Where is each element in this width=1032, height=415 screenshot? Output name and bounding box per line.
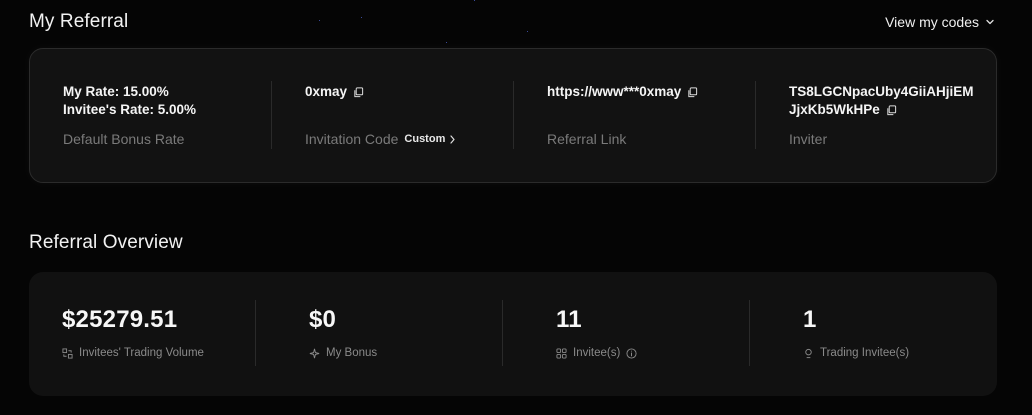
stat-trading-invitees: 1 Trading Invitee(s) bbox=[803, 272, 993, 396]
referral-link-label: Referral Link bbox=[547, 131, 627, 147]
referral-link-column: https://www***0xmay Referral Link bbox=[547, 49, 757, 182]
column-divider bbox=[749, 300, 750, 366]
column-divider bbox=[502, 300, 503, 366]
inviter-address-line2: JjxKb5WkHPe bbox=[789, 102, 880, 117]
stat-value: 1 bbox=[803, 306, 817, 333]
info-icon[interactable] bbox=[626, 347, 637, 359]
view-my-codes-button[interactable]: View my codes bbox=[885, 14, 995, 30]
copy-icon[interactable] bbox=[886, 104, 897, 116]
stat-value: $0 bbox=[309, 306, 337, 333]
sparkle-icon bbox=[309, 348, 320, 358]
stat-value: $25279.51 bbox=[62, 306, 178, 333]
stat-label: Trading Invitee(s) bbox=[820, 347, 910, 359]
my-rate-value: My Rate: 15.00% bbox=[63, 84, 169, 99]
stat-value: 11 bbox=[556, 306, 582, 333]
copy-icon[interactable] bbox=[353, 86, 364, 98]
inviter-address-line1: TS8LGCNpacUby4GiiAHjiEM bbox=[789, 84, 974, 99]
decor-dot bbox=[446, 42, 447, 43]
invitation-code-column: 0xmay Invitation Code Custom bbox=[305, 49, 515, 182]
referral-info-card: My Rate: 15.00% Invitee's Rate: 5.00% De… bbox=[29, 48, 997, 183]
decor-dot bbox=[474, 0, 475, 1]
column-divider bbox=[271, 81, 272, 149]
view-my-codes-label: View my codes bbox=[885, 14, 979, 30]
decor-dot bbox=[527, 31, 528, 32]
chevron-right-icon bbox=[450, 134, 455, 144]
user-icon bbox=[805, 348, 812, 358]
stat-label: Invitee(s) bbox=[573, 347, 621, 359]
chevron-down-icon bbox=[986, 19, 994, 25]
invitation-code-value: 0xmay bbox=[305, 84, 348, 99]
referral-overview-card: $25279.51 Invitees' Trading Volume $0 My… bbox=[29, 272, 997, 396]
copy-icon[interactable] bbox=[687, 86, 698, 98]
decor-dot bbox=[319, 20, 320, 21]
stat-my-bonus: $0 My Bonus bbox=[309, 272, 509, 396]
invitation-code-label: Invitation Code bbox=[305, 131, 399, 147]
referral-page: My Referral View my codes My Rate: 15.00… bbox=[0, 0, 1032, 415]
custom-label: Custom bbox=[404, 133, 446, 145]
inviter-column: TS8LGCNpacUby4GiiAHjiEM JjxKb5WkHPe Invi… bbox=[789, 49, 989, 182]
volume-icon bbox=[62, 347, 73, 359]
custom-code-link[interactable]: Custom bbox=[404, 133, 456, 145]
inviter-label: Inviter bbox=[789, 131, 828, 147]
referral-link-value: https://www***0xmay bbox=[547, 84, 682, 99]
grid-icon bbox=[556, 347, 567, 359]
invitee-rate-value: Invitee's Rate: 5.00% bbox=[63, 102, 197, 117]
column-divider bbox=[513, 81, 514, 149]
stat-label: Invitees' Trading Volume bbox=[79, 347, 204, 359]
referral-overview-title: Referral Overview bbox=[29, 232, 183, 253]
decor-dot bbox=[361, 17, 362, 18]
my-referral-title: My Referral bbox=[29, 11, 129, 32]
stat-label: My Bonus bbox=[326, 347, 378, 359]
bonus-rate-column: My Rate: 15.00% Invitee's Rate: 5.00% De… bbox=[63, 49, 273, 182]
column-divider bbox=[255, 300, 256, 366]
column-divider bbox=[755, 81, 756, 149]
default-bonus-rate-label: Default Bonus Rate bbox=[63, 131, 185, 147]
stat-invitees: 11 Invitee(s) bbox=[556, 272, 756, 396]
stat-trading-volume: $25279.51 Invitees' Trading Volume bbox=[62, 272, 272, 396]
